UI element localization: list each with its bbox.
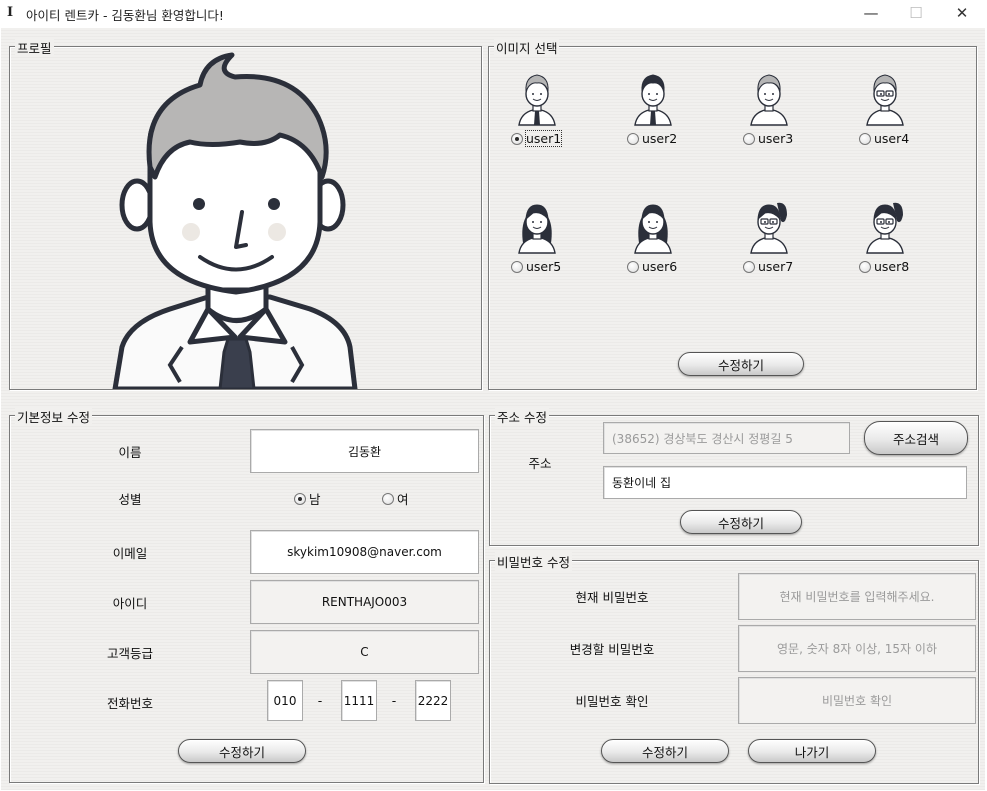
radio-indicator: [859, 260, 871, 273]
radio-indicator: [511, 132, 523, 145]
avatar-radio-label: user2: [642, 131, 678, 146]
confirm-password-field[interactable]: 비밀번호 확인: [738, 677, 976, 724]
radio-indicator: [627, 260, 639, 273]
gender-female-label: 여: [397, 492, 409, 507]
avatar-radio-label: user8: [874, 259, 910, 274]
password-submit-button[interactable]: 수정하기: [601, 739, 729, 763]
minimize-button[interactable]: —: [848, 0, 894, 27]
radio-indicator: [627, 132, 639, 145]
app-icon: I: [7, 5, 14, 20]
radio-indicator: [743, 132, 755, 145]
maximize-button[interactable]: ☐: [893, 0, 939, 27]
avatar-radio-user6[interactable]: user6: [627, 259, 677, 274]
email-label: 이메일: [112, 546, 148, 561]
image-select-group: 이미지 선택 user1 user2 user3 user4 user5 user6 use…: [488, 38, 977, 390]
address-label: 주소: [528, 456, 552, 471]
user-avatar-icon: [750, 74, 788, 126]
user-avatar-icon: [866, 202, 904, 254]
radio-indicator: [743, 260, 755, 273]
radio-indicator: [294, 492, 306, 505]
profile-avatar-image: [112, 52, 358, 389]
address-group: 주소 수정 주소 (38652) 경상북도 경산시 정평길 5 주소검색 동환이…: [489, 407, 979, 546]
current-password-label: 현재 비밀번호: [575, 590, 649, 605]
email-field[interactable]: skykim10908@naver.com: [250, 530, 479, 574]
address-main-field[interactable]: (38652) 경상북도 경산시 정평길 5: [603, 422, 850, 454]
password-group: 비밀번호 수정 현재 비밀번호 현재 비밀번호를 입력해주세요. 변경할 비밀번…: [489, 552, 979, 784]
id-field[interactable]: RENTHAJO003: [250, 580, 479, 624]
avatar-radio-user8[interactable]: user8: [859, 259, 909, 274]
basic-info-group: 기본정보 수정 이름 김동환 성별 남 여 이메일 skykim10908@na…: [9, 407, 484, 783]
user-avatar-icon: [518, 204, 556, 254]
radio-indicator: [511, 260, 523, 273]
name-field[interactable]: 김동환: [250, 429, 479, 473]
avatar-radio-label: user3: [758, 131, 794, 146]
address-submit-button[interactable]: 수정하기: [680, 510, 802, 534]
basic-info-legend: 기본정보 수정: [15, 407, 92, 426]
avatar-radio-label: user4: [874, 131, 910, 146]
profile-group: 프로필: [9, 38, 482, 390]
password-legend: 비밀번호 수정: [495, 552, 572, 571]
gender-male-label: 남: [309, 492, 321, 507]
confirm-password-label: 비밀번호 확인: [575, 694, 649, 709]
name-label: 이름: [118, 445, 142, 460]
avatar-radio-user7[interactable]: user7: [743, 259, 793, 274]
gender-female-radio[interactable]: 여: [382, 489, 409, 508]
avatar-radio-label: user1: [524, 130, 563, 147]
address-search-button[interactable]: 주소검색: [864, 421, 968, 455]
user-avatar-icon: [866, 74, 904, 126]
phone-separator: -: [391, 693, 397, 708]
basic-info-submit-button[interactable]: 수정하기: [178, 739, 306, 763]
new-password-field[interactable]: 영문, 숫자 8자 이상, 15자 이하: [738, 625, 976, 672]
avatar-radio-user3[interactable]: user3: [743, 131, 793, 146]
avatar-radio-label: user6: [642, 259, 678, 274]
phone-field-3[interactable]: 2222: [415, 680, 451, 721]
avatar-radio-label: user7: [758, 259, 794, 274]
avatar-radio-user2[interactable]: user2: [627, 131, 677, 146]
client-area: 프로필 이미지 선택 user1 user2 user3 user4 user5…: [1, 28, 985, 790]
avatar-radio-user4[interactable]: user4: [859, 131, 909, 146]
phone-label: 전화번호: [106, 696, 153, 711]
id-label: 아이디: [112, 596, 148, 611]
radio-indicator: [859, 132, 871, 145]
phone-field-2[interactable]: 1111: [341, 680, 377, 721]
avatar-radio-label: user5: [526, 259, 562, 274]
image-select-legend: 이미지 선택: [494, 38, 560, 57]
grade-field[interactable]: C: [250, 630, 479, 674]
address-legend: 주소 수정: [495, 407, 549, 426]
window-title: 아이티 렌트카 - 김동환님 환영합니다!: [26, 8, 224, 23]
window-titlebar[interactable]: I 아이티 렌트카 - 김동환님 환영합니다! — ☐ ✕: [0, 0, 987, 27]
user-avatar-icon: [634, 74, 672, 126]
radio-indicator: [382, 492, 394, 505]
user-avatar-icon: [634, 204, 672, 254]
avatar-radio-user5[interactable]: user5: [511, 259, 561, 274]
address-detail-field[interactable]: 동환이네 집: [603, 466, 967, 499]
gender-label: 성별: [118, 492, 142, 507]
image-submit-button[interactable]: 수정하기: [678, 352, 804, 376]
new-password-label: 변경할 비밀번호: [569, 642, 655, 657]
user-avatar-icon: [518, 74, 556, 126]
avatar-radio-user1[interactable]: user1: [511, 130, 563, 147]
grade-label: 고객등급: [106, 646, 153, 661]
close-button[interactable]: ✕: [939, 0, 985, 27]
exit-button[interactable]: 나가기: [748, 739, 876, 763]
phone-separator: -: [317, 693, 323, 708]
gender-male-radio[interactable]: 남: [294, 489, 321, 508]
user-avatar-icon: [750, 202, 788, 254]
current-password-field[interactable]: 현재 비밀번호를 입력해주세요.: [738, 573, 976, 620]
phone-field-1[interactable]: 010: [267, 680, 303, 721]
